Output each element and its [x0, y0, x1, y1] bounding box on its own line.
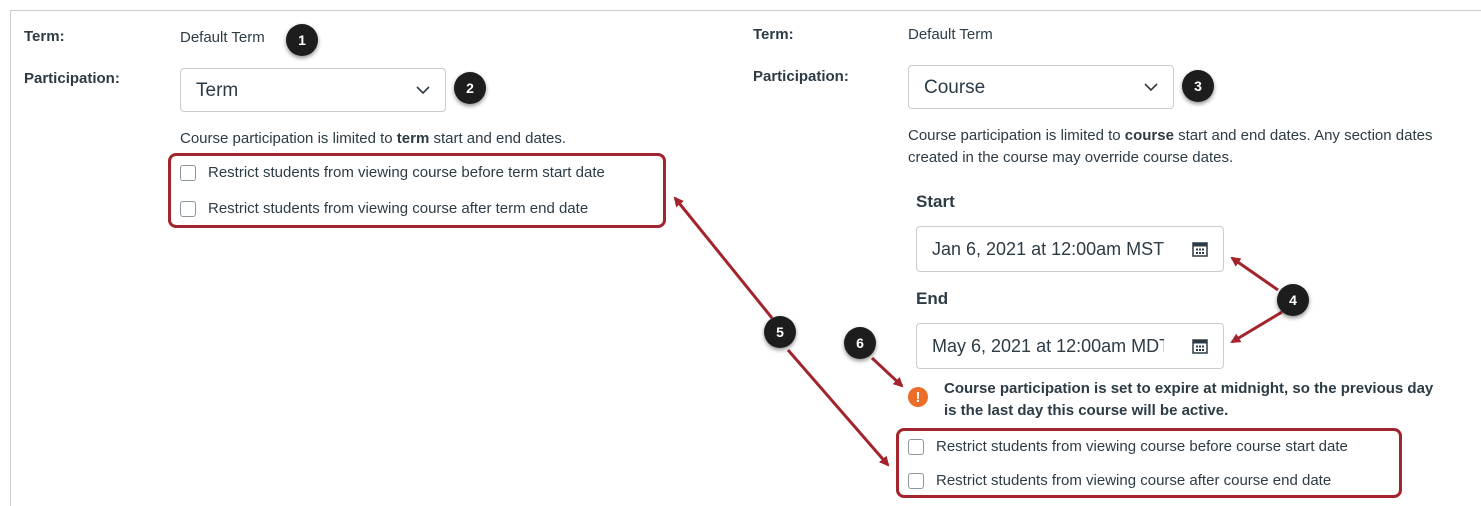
arrow	[870, 356, 904, 388]
callout-badge-6: 6	[844, 327, 876, 359]
arrow	[1230, 310, 1283, 344]
callout-badge-4: 4	[1277, 284, 1309, 316]
arrow	[1230, 256, 1279, 292]
arrow	[673, 196, 774, 319]
callout-arrows	[673, 196, 1283, 467]
callout-badge-1: 1	[286, 24, 318, 56]
callout-badge-2: 2	[454, 72, 486, 104]
callout-badge-3: 3	[1182, 70, 1214, 102]
callout-badge-5: 5	[764, 316, 796, 348]
arrow	[786, 349, 890, 467]
